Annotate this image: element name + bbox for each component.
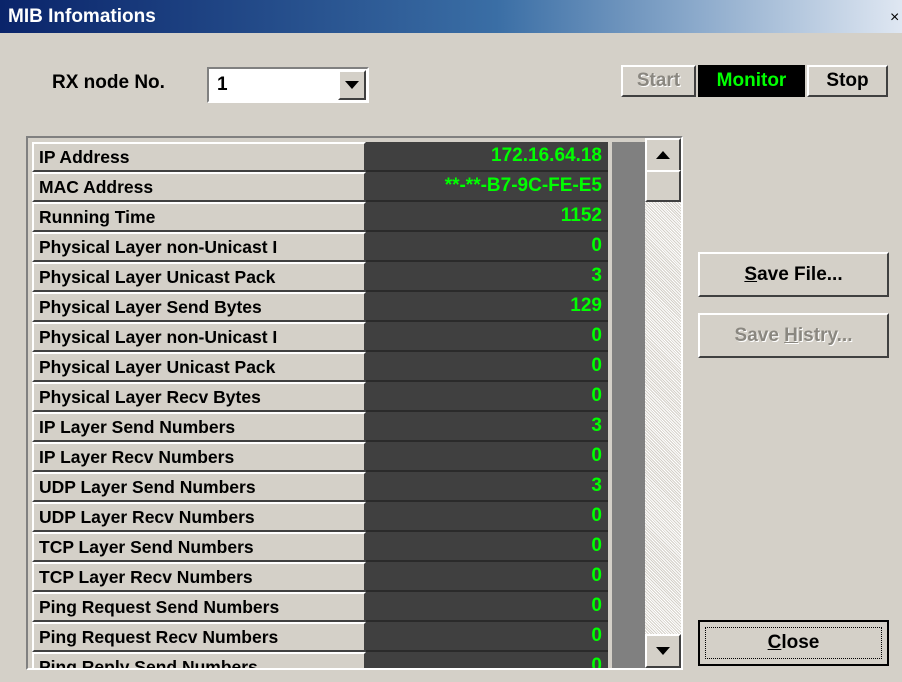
mib-name-cell: Physical Layer non-Unicast I bbox=[32, 322, 366, 352]
mib-value-cell: 0 bbox=[366, 382, 608, 412]
table-row: IP Address 172.16.64.18 bbox=[32, 142, 608, 172]
table-row: IP Layer Send Numbers 3 bbox=[32, 412, 608, 442]
mib-name-cell: Physical Layer Recv Bytes bbox=[32, 382, 366, 412]
mib-value-cell: 0 bbox=[366, 562, 608, 592]
save-file-button[interactable]: Save File... bbox=[698, 252, 889, 297]
table-row: Physical Layer non-Unicast I0 bbox=[32, 232, 608, 262]
save-file-label: Save File... bbox=[744, 263, 843, 285]
table-row: Physical Layer non-Unicast I0 bbox=[32, 322, 608, 352]
mib-name-cell: Ping Request Recv Numbers bbox=[32, 622, 366, 652]
table-row: Physical Layer Recv Bytes 0 bbox=[32, 382, 608, 412]
mib-value-cell: 129 bbox=[366, 292, 608, 322]
table-gutter bbox=[612, 142, 647, 668]
table-row: Physical Layer Unicast Pack 3 bbox=[32, 262, 608, 292]
mib-value-cell: 0 bbox=[366, 622, 608, 652]
mib-name-cell: Physical Layer Unicast Pack bbox=[32, 352, 366, 382]
close-button[interactable]: Close bbox=[698, 620, 889, 666]
start-label: Start bbox=[636, 70, 681, 91]
window-title: MIB Infomations bbox=[8, 6, 156, 27]
mib-value-cell: 0 bbox=[366, 502, 608, 532]
mib-value-cell: 0 bbox=[366, 532, 608, 562]
mib-value-cell: 0 bbox=[366, 652, 608, 668]
mib-value-cell: 0 bbox=[366, 322, 608, 352]
table-row: UDP Layer Send Numbers 3 bbox=[32, 472, 608, 502]
rx-node-label: RX node No. bbox=[52, 72, 165, 93]
arrow-down-icon bbox=[656, 647, 670, 655]
start-button[interactable]: Start bbox=[621, 65, 696, 97]
close-icon[interactable]: × bbox=[890, 9, 902, 27]
stop-label: Stop bbox=[826, 70, 869, 91]
mib-name-cell: Running Time bbox=[32, 202, 366, 232]
mib-rows: IP Address 172.16.64.18 MAC Address **-**-B… bbox=[32, 142, 608, 668]
mib-value-cell: 3 bbox=[366, 412, 608, 442]
scroll-up-button[interactable] bbox=[645, 138, 681, 172]
mib-value-cell: 0 bbox=[366, 232, 608, 262]
table-row: IP Layer Recv Numbers 0 bbox=[32, 442, 608, 472]
mib-name-cell: Ping Request Send Numbers bbox=[32, 592, 366, 622]
table-row: Ping Reply Send Numbers 0 bbox=[32, 652, 608, 668]
mib-name-cell: Physical Layer non-Unicast I bbox=[32, 232, 366, 262]
mib-value-cell: **-**-B7-9C-FE-E5 bbox=[366, 172, 608, 202]
mib-name-cell: IP Layer Send Numbers bbox=[32, 412, 366, 442]
save-history-label: Save Histry... bbox=[734, 324, 853, 346]
vertical-scrollbar[interactable] bbox=[645, 138, 681, 668]
table-row: UDP Layer Recv Numbers 0 bbox=[32, 502, 608, 532]
table-row: TCP Layer Send Numbers 0 bbox=[32, 532, 608, 562]
title-bar: MIB Infomations × bbox=[0, 0, 902, 33]
mib-name-cell: Ping Reply Send Numbers bbox=[32, 652, 366, 668]
scroll-down-button[interactable] bbox=[645, 634, 681, 668]
mib-name-cell: TCP Layer Send Numbers bbox=[32, 532, 366, 562]
focus-rectangle bbox=[705, 627, 882, 659]
stop-button[interactable]: Stop bbox=[807, 65, 888, 97]
mib-value-cell: 3 bbox=[366, 262, 608, 292]
monitor-button[interactable]: Monitor bbox=[698, 65, 805, 97]
table-row: Physical Layer Unicast Pack 0 bbox=[32, 352, 608, 382]
table-row: TCP Layer Recv Numbers 0 bbox=[32, 562, 608, 592]
mib-name-cell: UDP Layer Send Numbers bbox=[32, 472, 366, 502]
table-row: Physical Layer Send Bytes 129 bbox=[32, 292, 608, 322]
mib-value-cell: 0 bbox=[366, 592, 608, 622]
table-row: Ping Request Send Numbers 0 bbox=[32, 592, 608, 622]
mib-name-cell: IP Layer Recv Numbers bbox=[32, 442, 366, 472]
chevron-down-icon bbox=[345, 81, 359, 89]
table-row: Running Time 1152 bbox=[32, 202, 608, 232]
mib-value-cell: 3 bbox=[366, 472, 608, 502]
scroll-thumb[interactable] bbox=[645, 170, 681, 202]
dropdown-button[interactable] bbox=[338, 70, 366, 100]
mib-name-cell: Physical Layer Unicast Pack bbox=[32, 262, 366, 292]
save-history-button[interactable]: Save Histry... bbox=[698, 313, 889, 358]
mib-name-cell: IP Address bbox=[32, 142, 366, 172]
rx-node-select[interactable]: 1 bbox=[207, 67, 369, 103]
mib-value-cell: 0 bbox=[366, 442, 608, 472]
mib-name-cell: Physical Layer Send Bytes bbox=[32, 292, 366, 322]
mib-table: IP Address 172.16.64.18 MAC Address **-**-B… bbox=[26, 136, 683, 670]
mib-value-cell: 0 bbox=[366, 352, 608, 382]
table-row: Ping Request Recv Numbers 0 bbox=[32, 622, 608, 652]
mib-name-cell: TCP Layer Recv Numbers bbox=[32, 562, 366, 592]
mib-value-cell: 172.16.64.18 bbox=[366, 142, 608, 172]
monitor-label: Monitor bbox=[716, 70, 787, 91]
mib-value-cell: 1152 bbox=[366, 202, 608, 232]
arrow-up-icon bbox=[656, 151, 670, 159]
mib-name-cell: MAC Address bbox=[32, 172, 366, 202]
mib-name-cell: UDP Layer Recv Numbers bbox=[32, 502, 366, 532]
table-row: MAC Address **-**-B7-9C-FE-E5 bbox=[32, 172, 608, 202]
rx-node-value: 1 bbox=[217, 74, 228, 95]
